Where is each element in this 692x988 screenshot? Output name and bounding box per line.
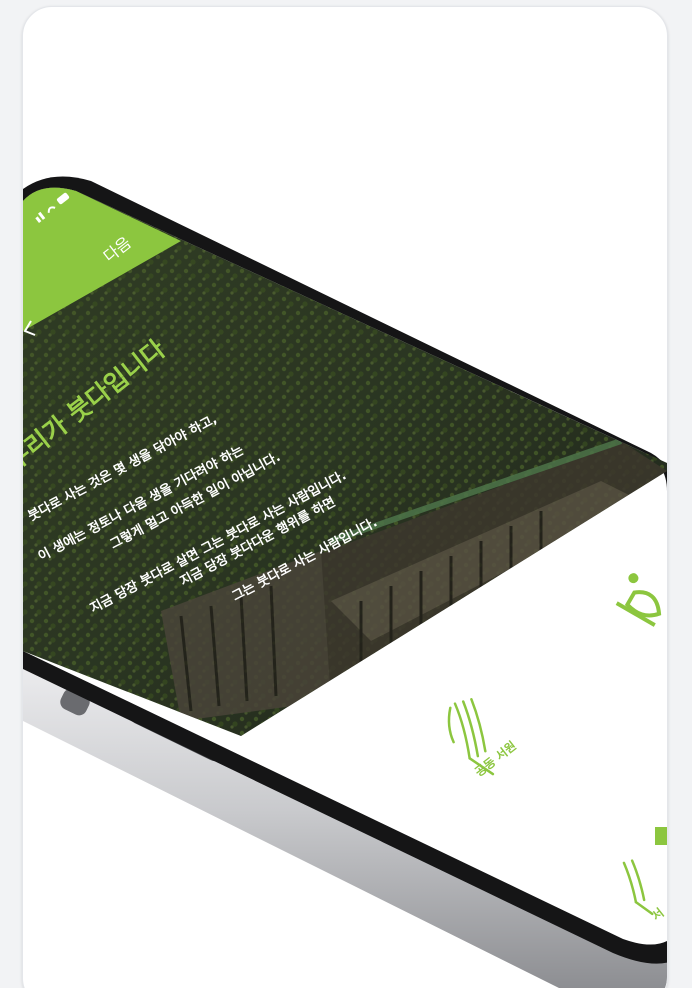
green-indicator	[655, 827, 667, 845]
promo-card: 다음 우리가 붓다입니다 붓다로 사는 것은 몇 생을 닦아야 하고, 이 생에…	[22, 6, 668, 988]
page: 다음 우리가 붓다입니다 붓다로 사는 것은 몇 생을 닦아야 하고, 이 생에…	[0, 0, 692, 988]
phone-mockup: 다음 우리가 붓다입니다 붓다로 사는 것은 몇 생을 닦아야 하고, 이 생에…	[23, 176, 667, 988]
